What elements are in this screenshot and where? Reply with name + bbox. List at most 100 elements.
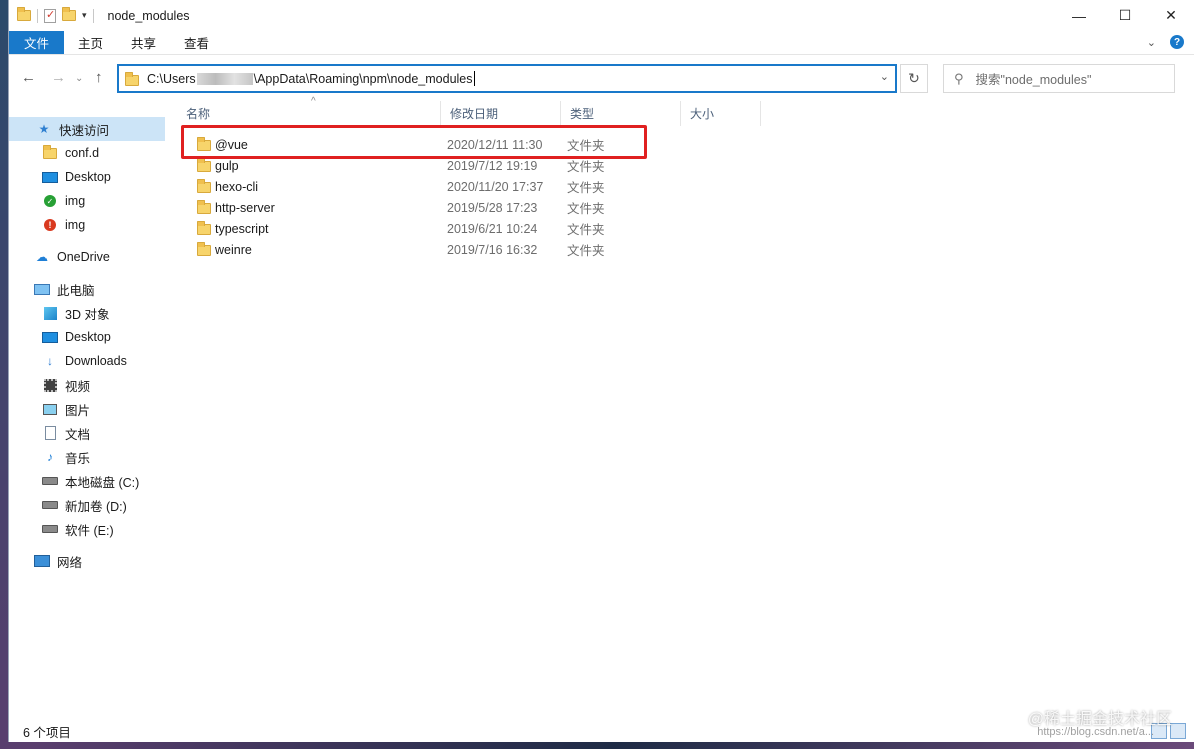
minimize-icon[interactable]: — <box>1056 0 1102 31</box>
error-badge-icon: ! <box>44 219 56 231</box>
sidebar-item-label: 软件 (E:) <box>65 523 114 538</box>
chevron-down-icon[interactable]: ⌄ <box>880 70 889 83</box>
redacted-username <box>196 72 253 85</box>
sidebar-item-quick-access[interactable]: ★ 快速访问 <box>9 117 165 141</box>
large-icons-view-button[interactable] <box>1170 723 1186 739</box>
sidebar-item-drive-e[interactable]: 软件 (E:) <box>9 517 114 541</box>
search-placeholder: 搜索"node_modules" <box>975 73 1092 87</box>
chevron-down-icon[interactable]: ⌄ <box>1147 36 1156 49</box>
table-row[interactable]: http-server 2019/5/28 17:23 文件夹 <box>177 197 647 218</box>
sidebar-item-conf-d[interactable]: conf.d <box>9 141 99 165</box>
search-icon: ⚲ <box>954 70 964 86</box>
column-header-size[interactable]: 大小 <box>681 101 761 126</box>
back-arrow-icon[interactable]: ← <box>21 69 36 86</box>
tab-home[interactable]: 主页 <box>64 31 117 54</box>
sidebar-item-label: conf.d <box>65 146 100 160</box>
sidebar-item-documents[interactable]: 文档 <box>9 421 90 445</box>
sidebar-item-desktop-pc[interactable]: Desktop <box>9 325 111 349</box>
drive-icon-wrap <box>41 474 59 488</box>
onedrive-icon: ☁ <box>36 250 48 264</box>
help-icon[interactable]: ? <box>1170 35 1184 49</box>
desktop-icon <box>42 331 58 343</box>
address-bar[interactable]: C:\Users \AppData\Roaming\npm\node_modul… <box>117 64 897 93</box>
chevron-down-icon[interactable]: ▾ <box>82 10 87 21</box>
desktop-icon <box>42 171 58 183</box>
table-row[interactable]: hexo-cli 2020/11/20 17:37 文件夹 <box>177 176 647 197</box>
sidebar-item-network[interactable]: 网络 <box>9 549 82 573</box>
folder-icon[interactable] <box>17 7 31 21</box>
file-name: http-server <box>215 200 275 215</box>
sidebar-item-pictures[interactable]: 图片 <box>9 397 90 421</box>
column-header-name[interactable]: 名称 <box>177 101 441 126</box>
item-count: 6 个项目 <box>23 725 71 740</box>
ribbon-tabs: 文件 主页 共享 查看 ⌄ ? <box>9 31 1194 55</box>
maximize-icon[interactable]: ☐ <box>1102 0 1148 31</box>
sidebar-item-onedrive[interactable]: ☁ OneDrive <box>9 245 110 269</box>
folder-icon-wrap <box>41 144 59 160</box>
film-icon <box>43 378 57 392</box>
file-date: 2019/7/12 19:19 <box>447 158 538 173</box>
sidebar-item-label: img <box>65 194 86 208</box>
sidebar-item-img[interactable]: ✓ img <box>9 189 85 213</box>
tab-share[interactable]: 共享 <box>117 31 170 54</box>
check-badge-icon: ✓ <box>44 195 56 207</box>
folder-icon <box>197 221 211 235</box>
sidebar-item-label: 文档 <box>65 427 91 442</box>
watermark-url: https://blog.csdn.net/a... <box>1037 726 1154 738</box>
sidebar-item-label: Downloads <box>65 354 127 368</box>
forward-arrow-icon[interactable]: → <box>51 69 66 86</box>
refresh-button[interactable]: ↻ <box>900 64 928 93</box>
pc-icon-wrap <box>33 282 51 296</box>
file-date: 2019/6/21 10:24 <box>447 221 538 236</box>
sidebar-item-label: 视频 <box>65 379 91 394</box>
file-type: 文件夹 <box>567 202 605 216</box>
file-name: hexo-cli <box>215 179 259 194</box>
tab-file[interactable]: 文件 <box>9 31 64 54</box>
desktop-icon-wrap <box>41 170 59 184</box>
document-icon-wrap <box>41 426 59 440</box>
check-doc-icon[interactable] <box>44 8 56 23</box>
address-path-start: C:\Users <box>147 71 196 86</box>
recent-chevron-icon[interactable]: ⌄ <box>75 73 83 84</box>
synced-folder-icon: ✓ <box>41 194 59 208</box>
sidebar-item-this-pc[interactable]: 此电脑 <box>9 277 95 301</box>
sidebar-item-img-error[interactable]: ! img <box>9 213 85 237</box>
divider <box>37 8 38 23</box>
folder-icon <box>125 72 139 86</box>
cube-icon <box>43 306 57 320</box>
table-row[interactable]: weinre 2019/7/16 16:32 文件夹 <box>177 239 647 260</box>
sidebar-item-label: 网络 <box>57 555 83 570</box>
new-folder-icon[interactable] <box>62 7 76 21</box>
sidebar-item-label: 3D 对象 <box>65 307 110 322</box>
table-row[interactable]: typescript 2019/6/21 10:24 文件夹 <box>177 218 647 239</box>
download-arrow-icon: ↓ <box>47 354 53 368</box>
sidebar-item-label: 音乐 <box>65 451 91 466</box>
ribbon-right: ⌄ ? <box>1147 35 1184 49</box>
tab-view[interactable]: 查看 <box>170 31 223 54</box>
file-list: ^ 名称 修改日期 类型 大小 @vue 2020/12/11 11:30 文件… <box>177 96 1187 713</box>
divider <box>92 8 94 23</box>
file-date: 2019/5/28 17:23 <box>447 200 538 215</box>
close-icon[interactable]: ✕ <box>1148 0 1194 31</box>
search-box[interactable]: ⚲ 搜索"node_modules" <box>943 64 1175 93</box>
document-icon <box>44 426 56 440</box>
sidebar-item-label: 图片 <box>65 403 91 418</box>
file-name: weinre <box>215 242 252 257</box>
sidebar-item-videos[interactable]: 视频 <box>9 373 90 397</box>
sidebar-item-desktop[interactable]: Desktop <box>9 165 111 189</box>
picture-icon <box>43 403 57 415</box>
column-header-date[interactable]: 修改日期 <box>441 101 561 126</box>
cube-icon-wrap <box>41 306 59 320</box>
sidebar-item-music[interactable]: ♪ 音乐 <box>9 445 90 469</box>
sidebar-item-downloads[interactable]: ↓ Downloads <box>9 349 127 373</box>
sidebar-item-label: 新加卷 (D:) <box>65 499 127 514</box>
up-arrow-icon[interactable]: ↑ <box>95 69 103 86</box>
sidebar-item-drive-d[interactable]: 新加卷 (D:) <box>9 493 127 517</box>
sidebar-item-drive-c[interactable]: 本地磁盘 (C:) <box>9 469 139 493</box>
window-title: node_modules <box>107 8 190 23</box>
folder-icon <box>197 158 211 172</box>
sidebar-item-3d-objects[interactable]: 3D 对象 <box>9 301 109 325</box>
sidebar-item-label: 快速访问 <box>59 123 110 138</box>
column-header-type[interactable]: 类型 <box>561 101 681 126</box>
folder-icon <box>43 144 57 159</box>
